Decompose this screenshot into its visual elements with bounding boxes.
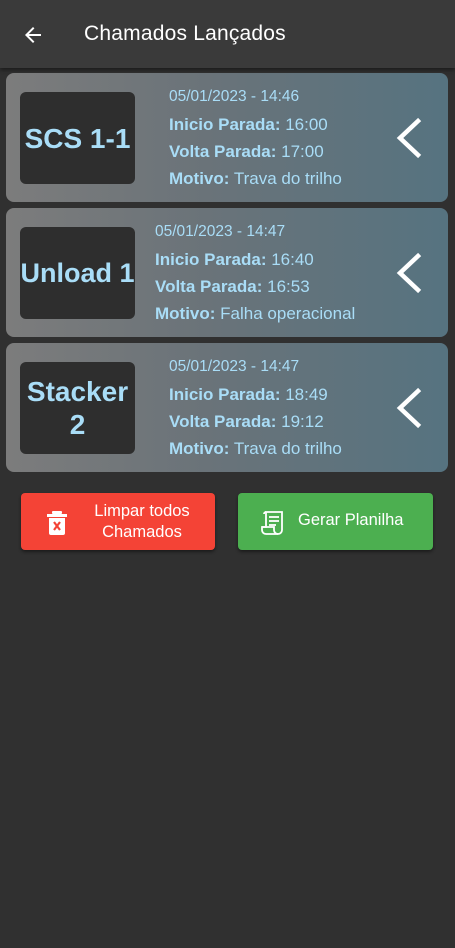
clear-all-label: Limpar todos Chamados — [83, 501, 201, 543]
generate-spreadsheet-label: Gerar Planilha — [298, 511, 404, 529]
call-datetime: 05/01/2023 - 14:47 — [169, 358, 300, 375]
reason-row: Motivo: Trava do trilho — [169, 165, 342, 192]
start-value: 16:40 — [271, 250, 314, 269]
start-row: Inicio Parada: 16:40 — [155, 246, 355, 273]
call-card[interactable]: SCS 1-1 05/01/2023 - 14:46 Inicio Parada… — [6, 73, 448, 202]
machine-name-line2: 2 — [69, 409, 86, 440]
clear-all-label-line1: Limpar todos — [94, 502, 190, 520]
reason-row: Motivo: Trava do trilho — [169, 435, 342, 462]
app-bar: Chamados Lançados — [0, 0, 455, 68]
call-info: 05/01/2023 - 14:46 Inicio Parada: 16:00 … — [169, 87, 342, 192]
start-label: Inicio Parada: — [169, 385, 281, 404]
clear-all-button[interactable]: Limpar todos Chamados — [21, 493, 215, 550]
reason-label: Motivo: — [169, 169, 230, 188]
generate-spreadsheet-button[interactable]: Gerar Planilha — [238, 493, 433, 550]
call-card[interactable]: Stacker 2 05/01/2023 - 14:47 Inicio Para… — [6, 343, 448, 472]
end-value: 16:53 — [267, 277, 310, 296]
start-label: Inicio Parada: — [169, 115, 281, 134]
arrow-left-icon — [25, 27, 41, 43]
start-label: Inicio Parada: — [155, 250, 267, 269]
reason-value: Falha operacional — [220, 304, 356, 323]
reason-row: Motivo: Falha operacional — [155, 300, 355, 327]
call-card[interactable]: Unload 1 05/01/2023 - 14:47 Inicio Parad… — [6, 208, 448, 337]
end-row: Volta Parada: 19:12 — [169, 408, 342, 435]
receipt-icon — [261, 511, 283, 535]
machine-badge: Stacker 2 — [20, 362, 135, 454]
start-value: 16:00 — [285, 115, 328, 134]
machine-badge: Unload 1 — [20, 227, 135, 319]
start-value: 18:49 — [285, 385, 328, 404]
call-info: 05/01/2023 - 14:47 Inicio Parada: 16:40 … — [155, 222, 355, 327]
end-row: Volta Parada: 16:53 — [155, 273, 355, 300]
end-row: Volta Parada: 17:00 — [169, 138, 342, 165]
chevron-left-icon[interactable] — [390, 117, 428, 159]
reason-value: Trava do trilho — [233, 169, 342, 188]
end-value: 19:12 — [281, 412, 324, 431]
call-list: SCS 1-1 05/01/2023 - 14:46 Inicio Parada… — [6, 73, 448, 478]
start-row: Inicio Parada: 16:00 — [169, 111, 342, 138]
clear-all-label-line2: Chamados — [102, 523, 182, 541]
call-datetime: 05/01/2023 - 14:46 — [169, 88, 300, 105]
machine-badge: SCS 1-1 — [20, 92, 135, 184]
reason-label: Motivo: — [155, 304, 216, 323]
back-button[interactable] — [14, 16, 52, 54]
end-label: Volta Parada: — [169, 412, 277, 431]
start-row: Inicio Parada: 18:49 — [169, 381, 342, 408]
end-label: Volta Parada: — [169, 142, 277, 161]
reason-label: Motivo: — [169, 439, 230, 458]
machine-name-line1: Stacker — [26, 376, 129, 407]
page-title: Chamados Lançados — [84, 22, 286, 45]
chevron-left-icon[interactable] — [390, 252, 428, 294]
chevron-left-icon[interactable] — [390, 387, 428, 429]
end-label: Volta Parada: — [155, 277, 263, 296]
call-datetime: 05/01/2023 - 14:47 — [155, 223, 286, 240]
end-value: 17:00 — [281, 142, 324, 161]
reason-value: Trava do trilho — [233, 439, 342, 458]
call-info: 05/01/2023 - 14:47 Inicio Parada: 18:49 … — [169, 357, 342, 462]
trash-icon — [47, 511, 67, 535]
